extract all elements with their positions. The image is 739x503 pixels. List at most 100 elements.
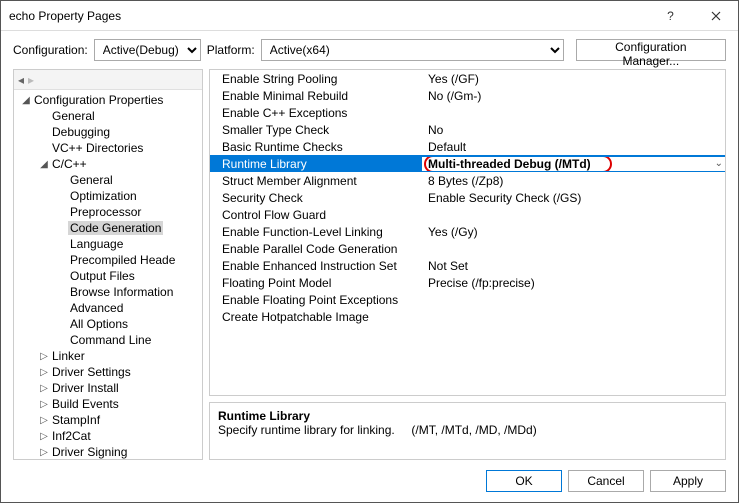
close-button[interactable] [693, 1, 738, 30]
tree-item[interactable]: Command Line [14, 332, 202, 348]
tree-item-label: StampInf [50, 413, 102, 427]
description-heading: Runtime Library [218, 409, 717, 423]
nav-tree[interactable]: ◢Configuration PropertiesGeneralDebuggin… [14, 90, 202, 459]
tree-nav-fwd-icon[interactable]: ▸ [28, 73, 34, 87]
tree-item-label: Optimization [68, 189, 139, 203]
property-value-text: 8 Bytes (/Zp8) [428, 174, 503, 188]
expander-icon[interactable]: ▷ [38, 431, 50, 442]
description-panel: Runtime Library Specify runtime library … [209, 402, 726, 460]
property-value-text: Not Set [428, 259, 468, 273]
tree-item[interactable]: Language [14, 236, 202, 252]
expander-icon[interactable]: ◢ [38, 159, 50, 170]
property-name: Enable Parallel Code Generation [210, 242, 422, 256]
tree-toolbar: ◂ ▸ [14, 70, 202, 90]
property-name: Enable Minimal Rebuild [210, 89, 422, 103]
property-value[interactable]: Default [422, 140, 725, 154]
expander-icon[interactable]: ▷ [38, 447, 50, 458]
tree-item[interactable]: ▷Driver Signing [14, 444, 202, 459]
property-row[interactable]: Enable C++ Exceptions [210, 104, 725, 121]
tree-item-label: C/C++ [50, 157, 89, 171]
property-name: Enable Enhanced Instruction Set [210, 259, 422, 273]
property-row[interactable]: Create Hotpatchable Image [210, 308, 725, 325]
tree-item-label: Language [68, 237, 125, 251]
property-value[interactable]: Yes (/GF) [422, 72, 725, 86]
property-grid[interactable]: Enable String PoolingYes (/GF)Enable Min… [209, 69, 726, 396]
tree-item[interactable]: Optimization [14, 188, 202, 204]
tree-item-label: Advanced [68, 301, 125, 315]
property-pages-window: echo Property Pages ? Configuration: Act… [0, 0, 739, 503]
expander-icon[interactable]: ▷ [38, 399, 50, 410]
ok-button[interactable]: OK [486, 470, 562, 492]
tree-item[interactable]: VC++ Directories [14, 140, 202, 156]
tree-item-label: Inf2Cat [50, 429, 93, 443]
expander-icon[interactable]: ◢ [20, 95, 32, 106]
tree-item[interactable]: General [14, 172, 202, 188]
tree-item[interactable]: Precompiled Heade [14, 252, 202, 268]
tree-item[interactable]: All Options [14, 316, 202, 332]
window-title: echo Property Pages [9, 9, 648, 23]
property-value[interactable]: Not Set [422, 259, 725, 273]
tree-item[interactable]: Advanced [14, 300, 202, 316]
property-value[interactable]: Enable Security Check (/GS) [422, 191, 725, 205]
config-row: Configuration: Active(Debug) Platform: A… [1, 31, 738, 69]
tree-item-label: General [68, 173, 115, 187]
property-value[interactable]: Multi-threaded Debug (/MTd)⌄ [422, 157, 725, 171]
property-row[interactable]: Basic Runtime ChecksDefault [210, 138, 725, 155]
expander-icon[interactable]: ▷ [38, 351, 50, 362]
tree-item[interactable]: Preprocessor [14, 204, 202, 220]
tree-item[interactable]: Debugging [14, 124, 202, 140]
description-text: Specify runtime library for linking. (/M… [218, 423, 717, 437]
tree-item[interactable]: ▷Linker [14, 348, 202, 364]
property-row[interactable]: Enable Parallel Code Generation [210, 240, 725, 257]
tree-item-label: Browse Information [68, 285, 175, 299]
property-row[interactable]: Security CheckEnable Security Check (/GS… [210, 189, 725, 206]
tree-item[interactable]: ▷Inf2Cat [14, 428, 202, 444]
apply-button[interactable]: Apply [650, 470, 726, 492]
tree-item-label: Command Line [68, 333, 153, 347]
tree-item[interactable]: Code Generation [14, 220, 202, 236]
configuration-select[interactable]: Active(Debug) [94, 39, 201, 61]
property-name: Runtime Library [210, 157, 422, 171]
tree-nav-back-icon[interactable]: ◂ [18, 73, 24, 87]
property-value[interactable]: 8 Bytes (/Zp8) [422, 174, 725, 188]
property-row[interactable]: Enable Floating Point Exceptions [210, 291, 725, 308]
tree-item[interactable]: ◢Configuration Properties [14, 92, 202, 108]
help-icon: ? [667, 9, 674, 23]
expander-icon[interactable]: ▷ [38, 367, 50, 378]
property-row[interactable]: Runtime LibraryMulti-threaded Debug (/MT… [210, 155, 725, 172]
tree-item[interactable]: Output Files [14, 268, 202, 284]
property-value-text: No (/Gm-) [428, 89, 481, 103]
expander-icon[interactable]: ▷ [38, 415, 50, 426]
tree-item-label: Precompiled Heade [68, 253, 177, 267]
property-row[interactable]: Control Flow Guard [210, 206, 725, 223]
property-value[interactable]: No (/Gm-) [422, 89, 725, 103]
property-name: Struct Member Alignment [210, 174, 422, 188]
property-row[interactable]: Enable Minimal Rebuild No (/Gm-) [210, 87, 725, 104]
help-button[interactable]: ? [648, 1, 693, 30]
tree-item[interactable]: ▷Build Events [14, 396, 202, 412]
cancel-button[interactable]: Cancel [568, 470, 644, 492]
property-value[interactable]: Precise (/fp:precise) [422, 276, 725, 290]
tree-item[interactable]: Browse Information [14, 284, 202, 300]
expander-icon[interactable]: ▷ [38, 383, 50, 394]
tree-item[interactable]: ▷Driver Settings [14, 364, 202, 380]
close-icon [711, 11, 721, 21]
titlebar: echo Property Pages ? [1, 1, 738, 31]
property-name: Create Hotpatchable Image [210, 310, 422, 324]
tree-item[interactable]: ▷Driver Install [14, 380, 202, 396]
property-row[interactable]: Enable Enhanced Instruction Set Not Set [210, 257, 725, 274]
dropdown-arrow-icon[interactable]: ⌄ [715, 158, 723, 169]
tree-item[interactable]: General [14, 108, 202, 124]
platform-select[interactable]: Active(x64) [261, 39, 564, 61]
property-name: Basic Runtime Checks [210, 140, 422, 154]
property-row[interactable]: Smaller Type CheckNo [210, 121, 725, 138]
property-row[interactable]: Enable String PoolingYes (/GF) [210, 70, 725, 87]
configuration-manager-button[interactable]: Configuration Manager... [576, 39, 726, 61]
tree-item[interactable]: ◢C/C++ [14, 156, 202, 172]
property-row[interactable]: Floating Point ModelPrecise (/fp:precise… [210, 274, 725, 291]
property-row[interactable]: Enable Function-Level LinkingYes (/Gy) [210, 223, 725, 240]
property-value[interactable]: No [422, 123, 725, 137]
tree-item[interactable]: ▷StampInf [14, 412, 202, 428]
property-row[interactable]: Struct Member Alignment 8 Bytes (/Zp8) [210, 172, 725, 189]
property-value[interactable]: Yes (/Gy) [422, 225, 725, 239]
